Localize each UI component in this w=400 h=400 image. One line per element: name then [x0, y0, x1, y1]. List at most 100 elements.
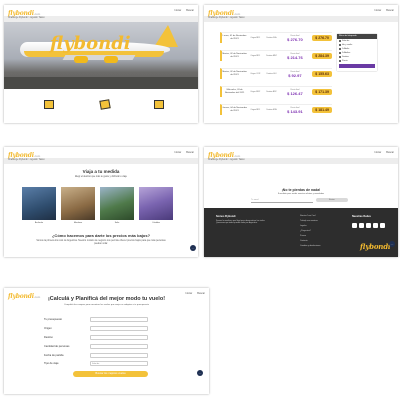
faq-answer: Somos la primera low cost de Argentina. …: [36, 240, 166, 245]
flight-results-screenshot: flybondi.com Iniciar Buscar Challenge Fl…: [204, 5, 398, 123]
nav-item-1[interactable]: Iniciar: [375, 9, 382, 12]
footer-link[interactable]: Trabajá con nosotros: [300, 220, 318, 222]
budget-input[interactable]: [90, 317, 148, 322]
date-input[interactable]: [90, 353, 148, 358]
nav-item-1[interactable]: Iniciar: [175, 9, 182, 12]
flight-row: Martes, 02 de Noviembre del 2021 Origen …: [220, 68, 332, 79]
newsletter-title: ¡No te pierdas de nada!: [281, 188, 321, 192]
chat-bubble-icon[interactable]: …: [190, 245, 196, 251]
flight-row: Miércoles, 03 de Noviembre del 2021 Orig…: [220, 86, 332, 97]
price-button[interactable]: $ 171.39: [312, 89, 332, 95]
header: flybondi.com Iniciar Buscar: [4, 147, 198, 159]
search-flights-button[interactable]: Buscar los mejores vuelos: [73, 371, 148, 377]
nav-menu: Iniciar Buscar: [186, 292, 205, 295]
field-label: Tu presupuesto: [44, 318, 62, 321]
price-button[interactable]: $ 284.39: [312, 53, 332, 59]
twitter-icon[interactable]: [359, 223, 364, 228]
faq-title: ¿Cómo hacemos para darte los precios más…: [51, 233, 151, 238]
filter-option[interactable]: Precio: [337, 59, 377, 63]
nav-item-1[interactable]: Iniciar: [186, 292, 193, 295]
footer-link[interactable]: Cambios y devoluciones: [300, 245, 321, 247]
field-label: Tipo de viaje: [44, 362, 59, 365]
footer-link[interactable]: Nuestra 'Low Cost': [300, 215, 316, 217]
nav-item-2[interactable]: Buscar: [197, 292, 205, 295]
destination-tile[interactable]: [139, 187, 173, 220]
submit-button[interactable]: Enviar: [316, 198, 348, 202]
destination-tile[interactable]: [61, 187, 95, 220]
footer-col3-title: Nuestras Redes: [352, 215, 371, 218]
tile-caption: Córdoba: [152, 222, 160, 224]
chat-bubble-icon[interactable]: …: [197, 370, 203, 376]
field-label: Cantidad de personas: [44, 345, 70, 348]
price-button[interactable]: $ 181.49: [312, 107, 332, 113]
form-subtitle: Completá los campos para encontrar los v…: [64, 304, 149, 306]
form-title: ¡Calculá y Planificá del mejor modo tu v…: [47, 296, 166, 302]
nav-item-2[interactable]: Buscar: [186, 9, 194, 12]
field-label: Fecha de partida: [44, 354, 64, 357]
destinations-screenshot: flybondi.com Iniciar Buscar Challenge Fl…: [4, 147, 198, 257]
destination-tile[interactable]: [100, 187, 134, 220]
instagram-icon[interactable]: [373, 223, 378, 228]
destination-input[interactable]: [90, 335, 148, 340]
nav-item-2[interactable]: Buscar: [386, 151, 394, 154]
checkbox-icon[interactable]: [339, 44, 341, 46]
youtube-icon[interactable]: [380, 223, 385, 228]
checkbox-icon[interactable]: [339, 48, 341, 50]
footer-link[interactable]: Prensa: [300, 235, 306, 237]
checkbox-icon[interactable]: [339, 56, 341, 58]
flight-row: Lunes, 01 de Noviembre del 2021 Origen B…: [220, 32, 332, 43]
footer-col1-text: Somos la aerolínea que llegó para democr…: [216, 220, 266, 225]
section-subtitle: Elegí el destino que más te guste y disf…: [75, 176, 127, 178]
price-button[interactable]: $ 276.70: [312, 35, 332, 41]
footer-link[interactable]: Legales: [300, 225, 307, 227]
linkedin-icon[interactable]: [366, 223, 371, 228]
footer-link[interactable]: ¿Preguntas?: [300, 230, 311, 232]
nav-menu: Iniciar Buscar: [375, 151, 394, 154]
plane-tail: [154, 25, 178, 47]
nav-menu: Iniciar Buscar: [375, 9, 394, 12]
planner-form-screenshot: flybondi.com Iniciar Buscar ¡Calculá y P…: [4, 288, 209, 394]
price-button[interactable]: $ 155.63: [312, 71, 332, 77]
flight-row: Martes, 02 de Noviembre del 2021 Origen …: [220, 50, 332, 61]
checkbox-icon[interactable]: [339, 40, 341, 42]
nav-menu: Iniciar Buscar: [175, 9, 194, 12]
nav-item-1[interactable]: Iniciar: [175, 151, 182, 154]
flight-row: Jueves, 04 de Noviembre del 2021 Origen …: [220, 104, 332, 115]
nav-item-2[interactable]: Buscar: [186, 151, 194, 154]
credit-card-icon: [99, 99, 111, 110]
origin-input[interactable]: [90, 326, 148, 331]
footer-logo: flybondi: [360, 242, 391, 251]
nav-item-1[interactable]: Iniciar: [375, 151, 382, 154]
section-title: Viaja a tu medida: [82, 169, 120, 174]
header: flybondi.com Iniciar Buscar: [204, 5, 398, 17]
footer-link[interactable]: Contacto: [300, 240, 308, 242]
filter-apply-button[interactable]: [339, 64, 375, 68]
hero-brand-text: flybondi: [50, 33, 131, 54]
email-input[interactable]: Tu email: [251, 199, 313, 203]
checkbox-icon[interactable]: [339, 52, 341, 54]
plane-engine: [74, 56, 88, 63]
filter-sidebar: Filtros de búsqueda Solo ida Ida y vuelt…: [337, 34, 377, 71]
field-label: Origen: [44, 327, 52, 330]
chat-bubble-icon[interactable]: …: [389, 241, 395, 247]
header: flybondi.com Iniciar Buscar: [4, 5, 198, 17]
newsletter-text: Suscribite para recibir nuestras ofertas…: [277, 193, 325, 195]
tile-caption: Bariloche: [34, 222, 44, 224]
header: flybondi.com Iniciar Buscar: [204, 147, 398, 159]
home-page-screenshot: flybondi.com Iniciar Buscar Challenge Fl…: [4, 5, 198, 123]
footer-screenshot: flybondi.com Iniciar Buscar Challenge Fl…: [204, 147, 398, 257]
tile-caption: Salta: [114, 222, 120, 224]
trip-type-select[interactable]: Solo ida: [90, 361, 148, 366]
passengers-input[interactable]: [90, 344, 148, 349]
checkbox-icon[interactable]: [339, 60, 341, 62]
tile-caption: Mendoza: [73, 222, 83, 224]
nav-menu: Iniciar Buscar: [175, 151, 194, 154]
plane-engine: [104, 56, 118, 63]
nav-item-2[interactable]: Buscar: [386, 9, 394, 12]
footer-col1-title: Somos Flybondi: [216, 215, 236, 218]
laptop-icon: [154, 100, 164, 109]
field-label: Destino: [44, 336, 53, 339]
destination-tile[interactable]: [22, 187, 56, 220]
facebook-icon[interactable]: [352, 223, 357, 228]
hero-ground: [4, 77, 198, 89]
